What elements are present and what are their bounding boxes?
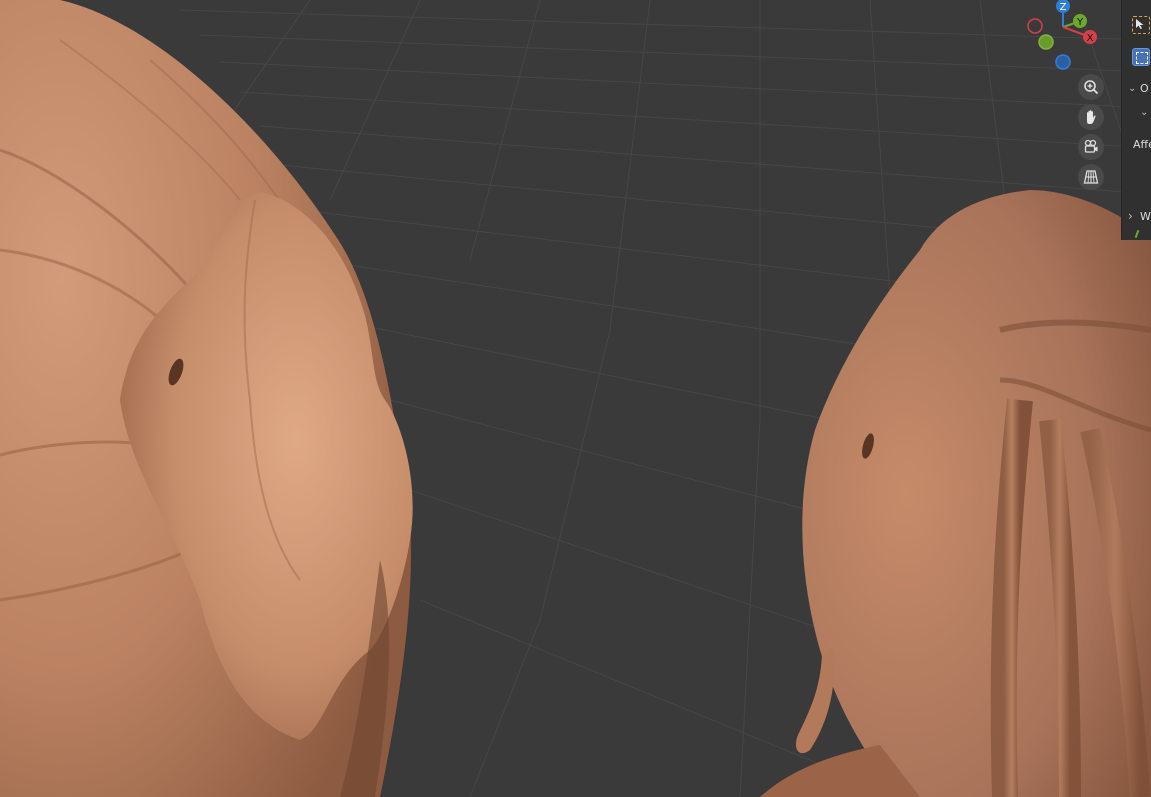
neg-z-axis-handle [1055, 54, 1071, 70]
svg-text:Y: Y [1076, 17, 1084, 28]
perspective-toggle-button[interactable] [1078, 164, 1104, 190]
svg-text:Z: Z [1060, 2, 1067, 13]
pan-button[interactable] [1078, 104, 1104, 130]
checkmark-icon [1134, 229, 1140, 239]
zoom-icon [1084, 80, 1099, 95]
options-subsection-header[interactable]: ⌄ [1122, 104, 1151, 124]
perspective-grid-icon [1083, 170, 1099, 184]
chevron-down-icon: ⌄ [1128, 83, 1137, 94]
camera-view-icon [1084, 139, 1098, 153]
neg-y-axis-handle [1038, 34, 1054, 50]
camera-view-button[interactable] [1078, 134, 1104, 160]
affect-label-row: Affe [1133, 138, 1151, 151]
box-select-icon[interactable] [1132, 48, 1150, 66]
select-tool-icon[interactable] [1132, 16, 1150, 34]
navigation-gizmo[interactable]: Z Y X [1022, 0, 1112, 75]
options-panel-header[interactable]: ⌄ O [1122, 80, 1151, 100]
pan-hand-icon [1087, 110, 1096, 124]
viewport-scene[interactable] [0, 0, 1151, 797]
chevron-right-icon: › [1128, 209, 1133, 223]
zoom-button[interactable] [1078, 74, 1104, 100]
neg-x-axis-handle [1027, 18, 1043, 34]
chevron-down-icon: ⌄ [1140, 107, 1149, 118]
svg-text:X: X [1087, 33, 1094, 44]
3d-viewport[interactable]: Z Y X ⌄ O ⌄ Aff › W [0, 0, 1151, 797]
sidebar-panel[interactable]: ⌄ O ⌄ Affe › W [1121, 0, 1151, 240]
workspace-panel-header[interactable]: › W [1122, 208, 1151, 228]
